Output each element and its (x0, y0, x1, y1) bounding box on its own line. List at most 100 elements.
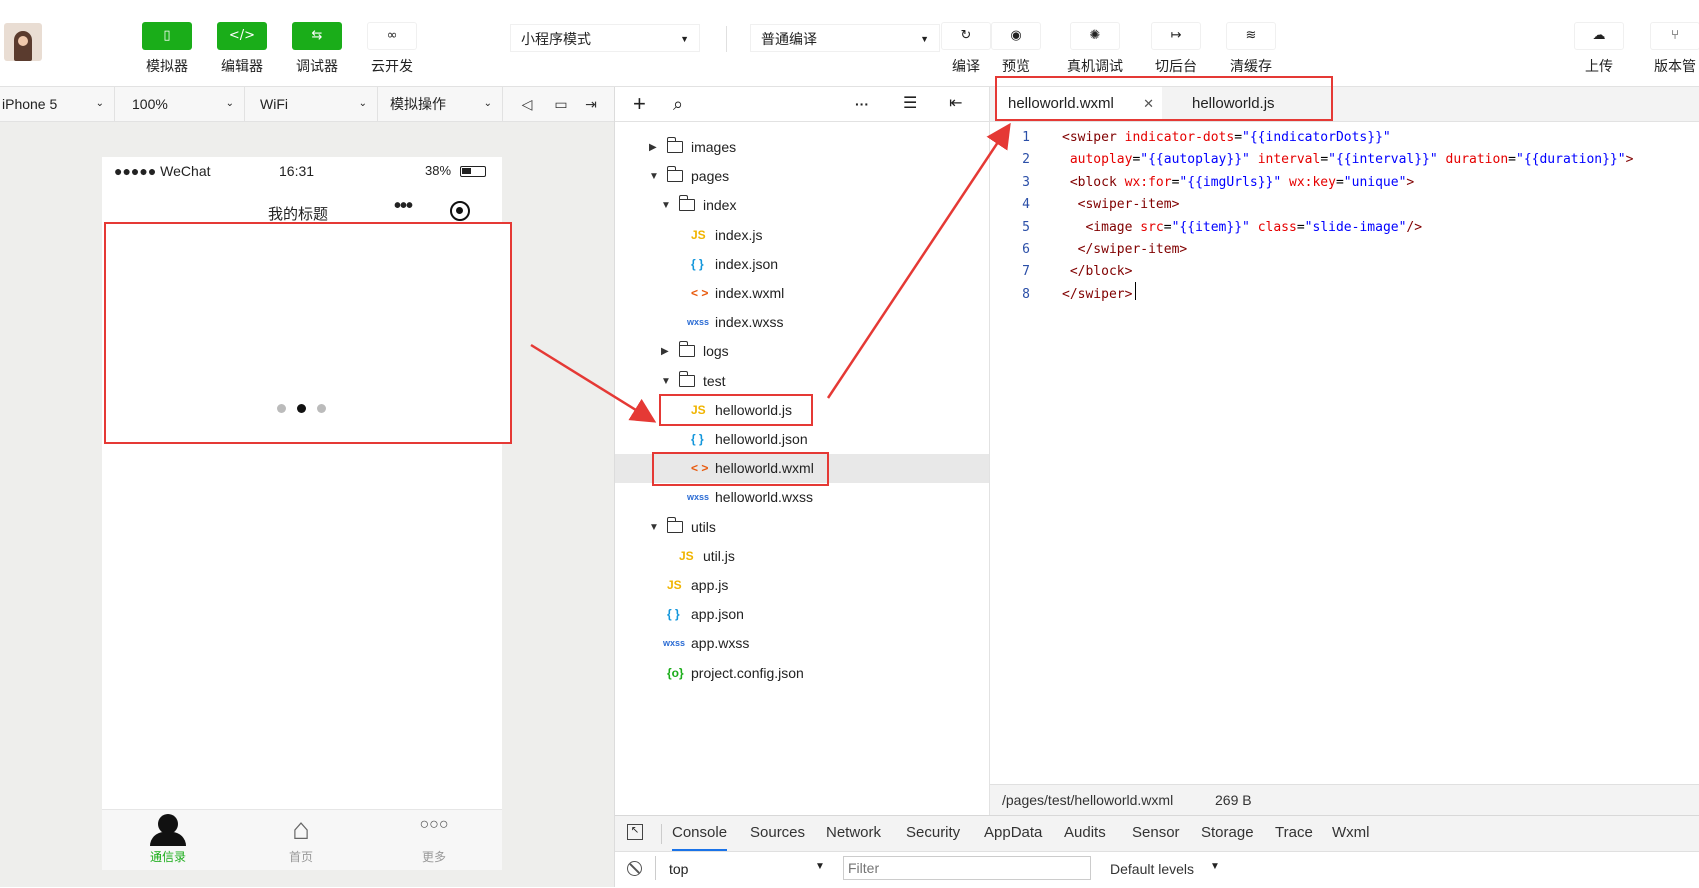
clear-console-icon[interactable] (627, 861, 642, 876)
tab-more[interactable]: ○○○ 更多 (394, 812, 474, 865)
tree-item[interactable]: ▶ images (615, 133, 989, 162)
debugger-button[interactable]: ⇆ 调试器 (286, 22, 348, 76)
tree-item[interactable]: wxss index.wxss (615, 308, 989, 337)
cloud-dev-button[interactable]: ∞ 云开发 (361, 22, 423, 76)
phone-nav-bar: 我的标题 ••• (102, 185, 502, 225)
more-icon[interactable]: ··· (855, 90, 869, 118)
devtools-tab-security[interactable]: Security (906, 815, 960, 851)
devtools-tab-network[interactable]: Network (826, 815, 881, 851)
code-text: <image src="{{item}}" class="slide-image… (1085, 219, 1423, 235)
caret-down-icon[interactable]: ▼ (661, 367, 671, 396)
capsule-more-icon[interactable]: ••• (394, 195, 413, 218)
tree-item[interactable]: wxss app.wxss (615, 629, 989, 658)
code-icon: </> (217, 22, 267, 50)
tree-item[interactable]: ▼ index (615, 191, 989, 220)
devtools-tab-audits[interactable]: Audits (1064, 815, 1106, 851)
upload-button[interactable]: ☁ 上传 (1568, 22, 1630, 76)
chevron-down-icon: ⌄ (225, 98, 234, 109)
detach-icon[interactable]: ⇥ (578, 87, 604, 121)
editor-tab[interactable]: helloworld.js (1180, 87, 1287, 121)
preview-button[interactable]: ◉ 预览 (985, 22, 1047, 76)
line-number: 1 (1022, 130, 1030, 145)
close-icon[interactable]: ✕ (1143, 87, 1154, 121)
devtools-tab-console[interactable]: Console (672, 815, 728, 851)
folder-icon (666, 166, 683, 183)
tab-contacts[interactable]: 通信录 (128, 812, 208, 865)
collapse-icon[interactable]: ☰ (903, 90, 917, 118)
tree-item[interactable]: ▼ test (615, 367, 989, 396)
battery-percent: 38% (425, 163, 452, 178)
clear-cache-button[interactable]: ≋ 清缓存 (1220, 22, 1282, 76)
volume-icon[interactable]: ◁ (514, 87, 540, 121)
caret-down-icon[interactable]: ▼ (649, 513, 659, 542)
line-number: 6 (1022, 242, 1030, 257)
simulator-button[interactable]: ▯ 模拟器 (136, 22, 198, 76)
swiper-dot-active[interactable] (297, 404, 306, 413)
tree-item-label: helloworld.wxml (715, 460, 814, 477)
tree-item[interactable]: JS util.js (615, 542, 989, 571)
zoom-select[interactable]: 100% ⌄ (130, 87, 245, 121)
console-filter-bar: top ▼ Default levels ▼ (615, 851, 1699, 888)
devtools-tab-sources[interactable]: Sources (750, 815, 805, 851)
chevron-down-icon: ⌄ (358, 98, 367, 109)
file-size: 269 B (1215, 792, 1252, 808)
device-select[interactable]: iPhone 5 ⌄ (0, 87, 115, 121)
search-icon[interactable]: ⌕ (673, 90, 683, 118)
tree-item[interactable]: < > index.wxml (615, 279, 989, 308)
caret-down-icon[interactable]: ▼ (649, 162, 659, 191)
tree-item[interactable]: wxss helloworld.wxss (615, 483, 989, 512)
devtools-tab-appdata[interactable]: AppData (984, 815, 1042, 851)
editor-button[interactable]: </> 编辑器 (211, 22, 273, 76)
swiper-dot[interactable] (317, 404, 326, 413)
swiper-dot[interactable] (277, 404, 286, 413)
tree-item[interactable]: < > helloworld.wxml (615, 454, 989, 484)
tree-item[interactable]: { } helloworld.json (615, 425, 989, 454)
background-button[interactable]: ↦ 切后台 (1145, 22, 1207, 76)
chevron-down-icon[interactable]: ▼ (1210, 861, 1220, 872)
toggle-panel-icon[interactable]: ⇤ (949, 90, 962, 118)
console-filter-input[interactable] (843, 856, 1091, 880)
cloud-link-icon: ∞ (367, 22, 417, 50)
network-select[interactable]: WiFi ⌄ (258, 87, 378, 121)
remote-debug-button[interactable]: ✺ 真机调试 (1064, 22, 1126, 76)
inspect-icon[interactable]: ↖ (627, 824, 643, 840)
tree-item[interactable]: JS app.js (615, 571, 989, 600)
line-number: 4 (1022, 197, 1030, 213)
capsule-close-icon[interactable] (450, 201, 470, 221)
wxss-file-icon: wxss (663, 638, 686, 649)
rotate-icon[interactable]: ▭ (548, 87, 574, 121)
wxss-file-icon: wxss (687, 317, 710, 328)
tree-item[interactable]: { } app.json (615, 600, 989, 629)
swiper-component[interactable] (104, 222, 512, 444)
tree-item[interactable]: ▶ logs (615, 337, 989, 366)
operation-select[interactable]: 模拟操作 ⌄ (388, 87, 503, 121)
devtools-tab-wxml[interactable]: Wxml (1332, 815, 1370, 851)
user-avatar[interactable] (4, 23, 42, 61)
devtools-tab-trace[interactable]: Trace (1275, 815, 1313, 851)
caret-right-icon[interactable]: ▶ (649, 133, 657, 162)
tree-item-label: pages (691, 168, 730, 185)
add-file-icon[interactable]: + (633, 90, 646, 118)
tab-home[interactable]: ⌂ 首页 (261, 812, 341, 865)
tree-item[interactable]: ▼ pages (615, 162, 989, 191)
mode-select[interactable]: 小程序模式 ▼ (510, 24, 700, 52)
compile-select[interactable]: 普通编译 ▼ (750, 24, 940, 52)
tree-item[interactable]: JS helloworld.js (615, 396, 989, 425)
log-levels-select[interactable]: Default levels (1110, 861, 1194, 877)
tree-item-label: helloworld.js (715, 401, 793, 418)
tree-item[interactable]: { } index.json (615, 250, 989, 279)
tree-item[interactable]: ▼ utils (615, 513, 989, 542)
caret-right-icon[interactable]: ▶ (661, 337, 669, 366)
line-number: 7 (1022, 264, 1030, 280)
version-button[interactable]: ⑂ 版本管 (1644, 22, 1699, 76)
chevron-down-icon[interactable]: ▼ (815, 861, 825, 872)
devtools-tab-sensor[interactable]: Sensor (1132, 815, 1180, 851)
tree-item[interactable]: JS index.js (615, 221, 989, 250)
caret-down-icon[interactable]: ▼ (661, 191, 671, 220)
context-select-value[interactable]: top (669, 861, 688, 877)
tree-item[interactable]: {o} project.config.json (615, 659, 989, 688)
editor-tab-active[interactable]: helloworld.wxml ✕ (996, 87, 1162, 121)
tree-item-label: util.js (703, 547, 735, 564)
chevron-down-icon: ▼ (680, 34, 689, 44)
devtools-tab-storage[interactable]: Storage (1201, 815, 1254, 851)
